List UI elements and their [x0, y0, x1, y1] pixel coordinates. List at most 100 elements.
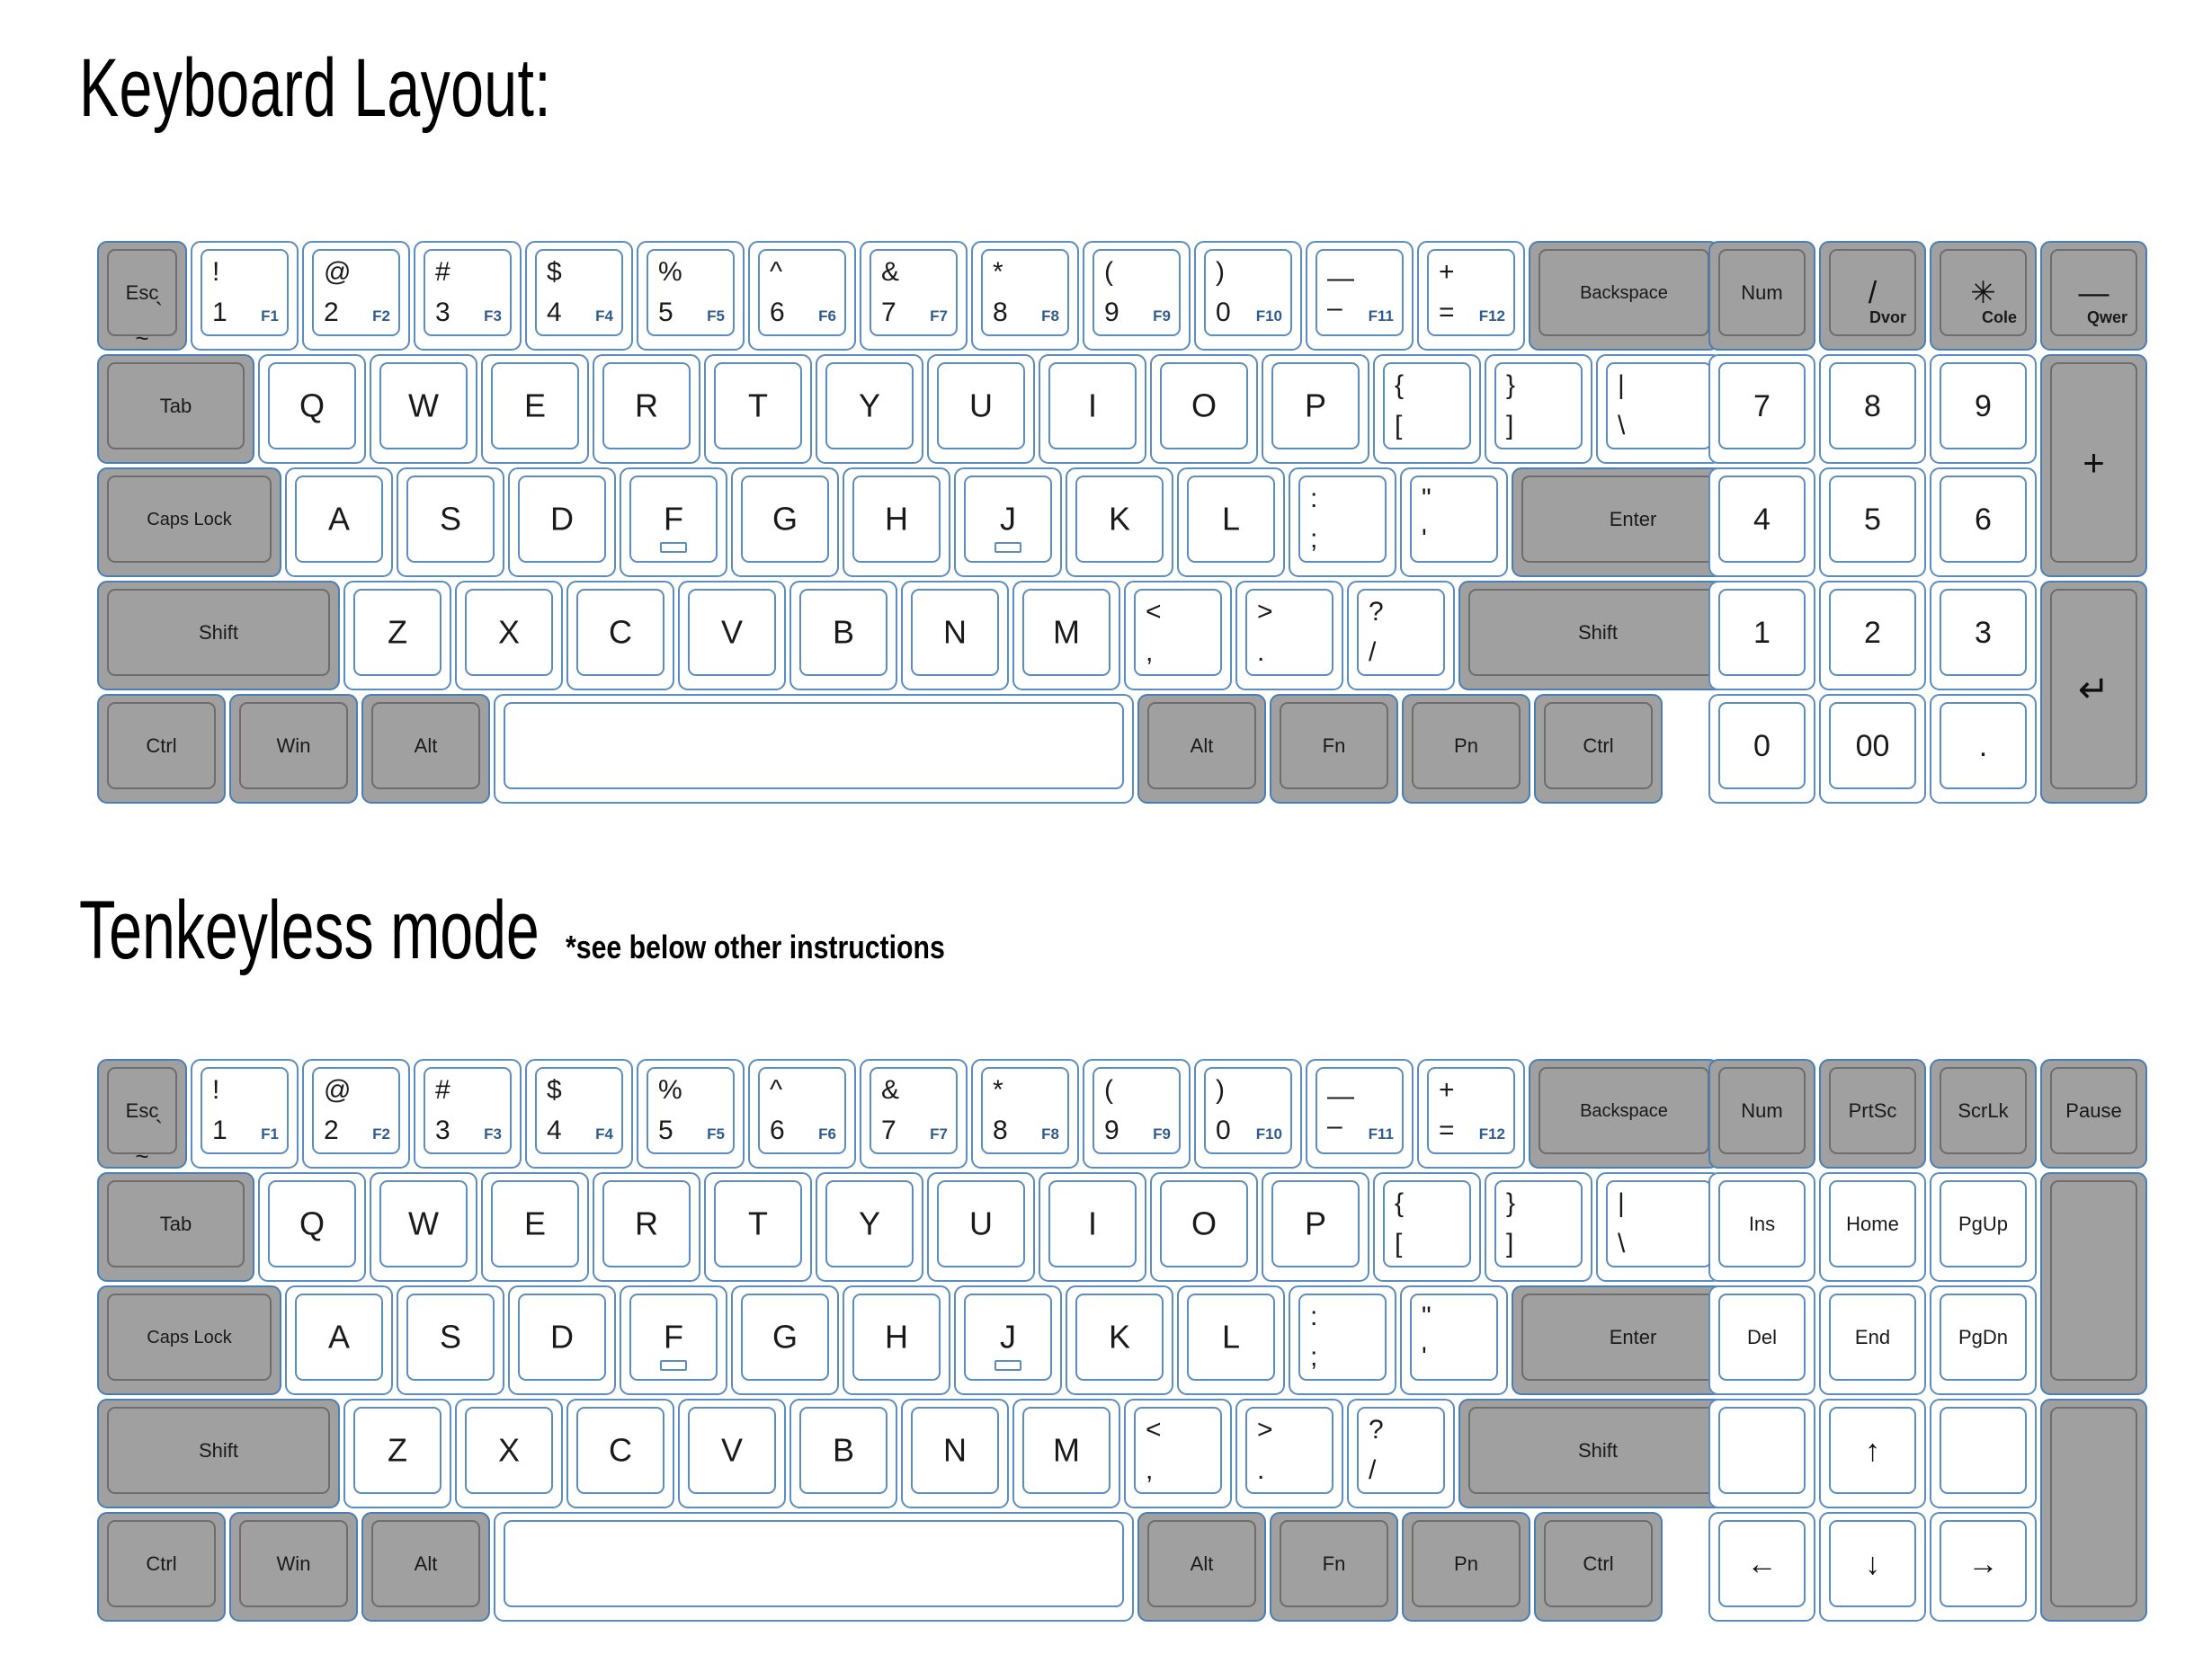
key-capslock[interactable]: Caps Lock	[97, 1285, 281, 1395]
key-6[interactable]: ^ 6 F6	[748, 241, 856, 351]
key-j[interactable]: J	[954, 467, 1062, 577]
key-down[interactable]: ↓	[1819, 1512, 1926, 1622]
key-semicolon[interactable]: :;	[1289, 1285, 1396, 1395]
key-y[interactable]: Y	[816, 1172, 923, 1282]
key-c[interactable]: C	[566, 1399, 674, 1508]
key-k[interactable]: K	[1066, 1285, 1173, 1395]
key-9[interactable]: (9 F9	[1083, 1059, 1191, 1169]
key-np8[interactable]: 8	[1819, 354, 1926, 464]
key-v[interactable]: V	[678, 1399, 786, 1508]
key-quote[interactable]: " '	[1400, 1285, 1508, 1395]
key-fn[interactable]: Fn	[1270, 1512, 1398, 1622]
key-np6[interactable]: 6	[1930, 467, 2037, 577]
key-npadd[interactable]: +	[2040, 354, 2147, 577]
key-np5[interactable]: 5	[1819, 467, 1926, 577]
key-a[interactable]: A	[285, 467, 393, 577]
key-q[interactable]: Q	[258, 354, 366, 464]
key-d[interactable]: D	[508, 467, 616, 577]
key-u[interactable]: U	[927, 1172, 1035, 1282]
key-6[interactable]: ^ 6 F6	[748, 1059, 856, 1169]
key-slash[interactable]: ? /	[1347, 581, 1455, 690]
key-o[interactable]: O	[1150, 1172, 1258, 1282]
key-np1[interactable]: 1	[1708, 581, 1815, 690]
key-lshift[interactable]: Shift	[97, 1399, 340, 1508]
key-ralt[interactable]: Alt	[1137, 694, 1266, 804]
key-p[interactable]: P	[1262, 354, 1369, 464]
key-capslock[interactable]: Caps Lock	[97, 467, 281, 577]
key-g[interactable]: G	[731, 1285, 839, 1395]
key-period[interactable]: >.	[1235, 1399, 1343, 1508]
key-rbracket[interactable]: }]	[1485, 354, 1592, 464]
key-win[interactable]: Win	[229, 694, 358, 804]
key-5[interactable]: % 5 F5	[637, 1059, 745, 1169]
key-pn[interactable]: Pn	[1402, 1512, 1530, 1622]
key-x[interactable]: X	[455, 1399, 563, 1508]
key-np2[interactable]: 2	[1819, 581, 1926, 690]
key-z[interactable]: Z	[343, 1399, 451, 1508]
key-tab[interactable]: Tab	[97, 1172, 254, 1282]
key-semicolon[interactable]: :;	[1289, 467, 1396, 577]
key-rshift[interactable]: Shift	[1458, 581, 1737, 690]
key-e[interactable]: E	[481, 354, 589, 464]
key-i[interactable]: I	[1039, 1172, 1146, 1282]
key-npsub[interactable]: — Qwer	[2040, 241, 2147, 351]
key-backspace[interactable]: Backspace	[1529, 241, 1719, 351]
key-backslash[interactable]: | \	[1596, 354, 1722, 464]
key-blankR[interactable]	[1930, 1399, 2037, 1508]
key-blank1[interactable]	[2040, 1172, 2147, 1395]
key-slash[interactable]: ? /	[1347, 1399, 1455, 1508]
key-lctrl[interactable]: Ctrl	[97, 694, 226, 804]
key-l[interactable]: L	[1177, 1285, 1285, 1395]
key-num[interactable]: Num	[1708, 1059, 1815, 1169]
key-scrlk[interactable]: ScrLk	[1930, 1059, 2037, 1169]
key-np9[interactable]: 9	[1930, 354, 2037, 464]
key-pgup[interactable]: PgUp	[1930, 1172, 2037, 1282]
key-esc[interactable]: Esc ` ~	[97, 1059, 187, 1169]
key-pause[interactable]: Pause	[2040, 1059, 2147, 1169]
key-tab[interactable]: Tab	[97, 354, 254, 464]
key-h[interactable]: H	[843, 1285, 950, 1395]
key-lbracket[interactable]: {[	[1373, 354, 1481, 464]
key-end[interactable]: End	[1819, 1285, 1926, 1395]
key-minus[interactable]: — – F11	[1306, 241, 1414, 351]
key-left[interactable]: ←	[1708, 1512, 1815, 1622]
key-right[interactable]: →	[1930, 1512, 2037, 1622]
key-f[interactable]: F	[620, 467, 727, 577]
key-y[interactable]: Y	[816, 354, 923, 464]
key-9[interactable]: (9 F9	[1083, 241, 1191, 351]
key-v[interactable]: V	[678, 581, 786, 690]
key-lalt[interactable]: Alt	[361, 1512, 490, 1622]
key-comma[interactable]: <,	[1124, 1399, 1232, 1508]
key-lbracket[interactable]: {[	[1373, 1172, 1481, 1282]
key-period[interactable]: >.	[1235, 581, 1343, 690]
key-npmul[interactable]: ✳ Cole	[1930, 241, 2037, 351]
key-s[interactable]: S	[397, 1285, 504, 1395]
key-lshift[interactable]: Shift	[97, 581, 340, 690]
key-fn[interactable]: Fn	[1270, 694, 1398, 804]
key-npdot[interactable]: .	[1930, 694, 2037, 804]
key-2[interactable]: @2 F2	[302, 241, 410, 351]
key-rctrl[interactable]: Ctrl	[1534, 694, 1663, 804]
key-r[interactable]: R	[593, 354, 700, 464]
key-m[interactable]: M	[1012, 581, 1120, 690]
key-pgdn[interactable]: PgDn	[1930, 1285, 2037, 1395]
key-np00[interactable]: 00	[1819, 694, 1926, 804]
key-4[interactable]: $4 F4	[525, 1059, 633, 1169]
key-del[interactable]: Del	[1708, 1285, 1815, 1395]
key-0[interactable]: ) 0 F10	[1194, 1059, 1302, 1169]
key-a[interactable]: A	[285, 1285, 393, 1395]
key-2[interactable]: @2 F2	[302, 1059, 410, 1169]
key-rshift[interactable]: Shift	[1458, 1399, 1737, 1508]
key-o[interactable]: O	[1150, 354, 1258, 464]
key-8[interactable]: * 8 F8	[971, 241, 1079, 351]
key-w[interactable]: W	[370, 1172, 477, 1282]
key-esc[interactable]: Esc ` ~	[97, 241, 187, 351]
key-np4[interactable]: 4	[1708, 467, 1815, 577]
key-5[interactable]: % 5 F5	[637, 241, 745, 351]
key-f[interactable]: F	[620, 1285, 727, 1395]
key-blank2[interactable]	[2040, 1399, 2147, 1622]
key-equal[interactable]: + = F12	[1417, 1059, 1525, 1169]
key-c[interactable]: C	[566, 581, 674, 690]
key-comma[interactable]: <,	[1124, 581, 1232, 690]
key-n[interactable]: N	[901, 581, 1009, 690]
